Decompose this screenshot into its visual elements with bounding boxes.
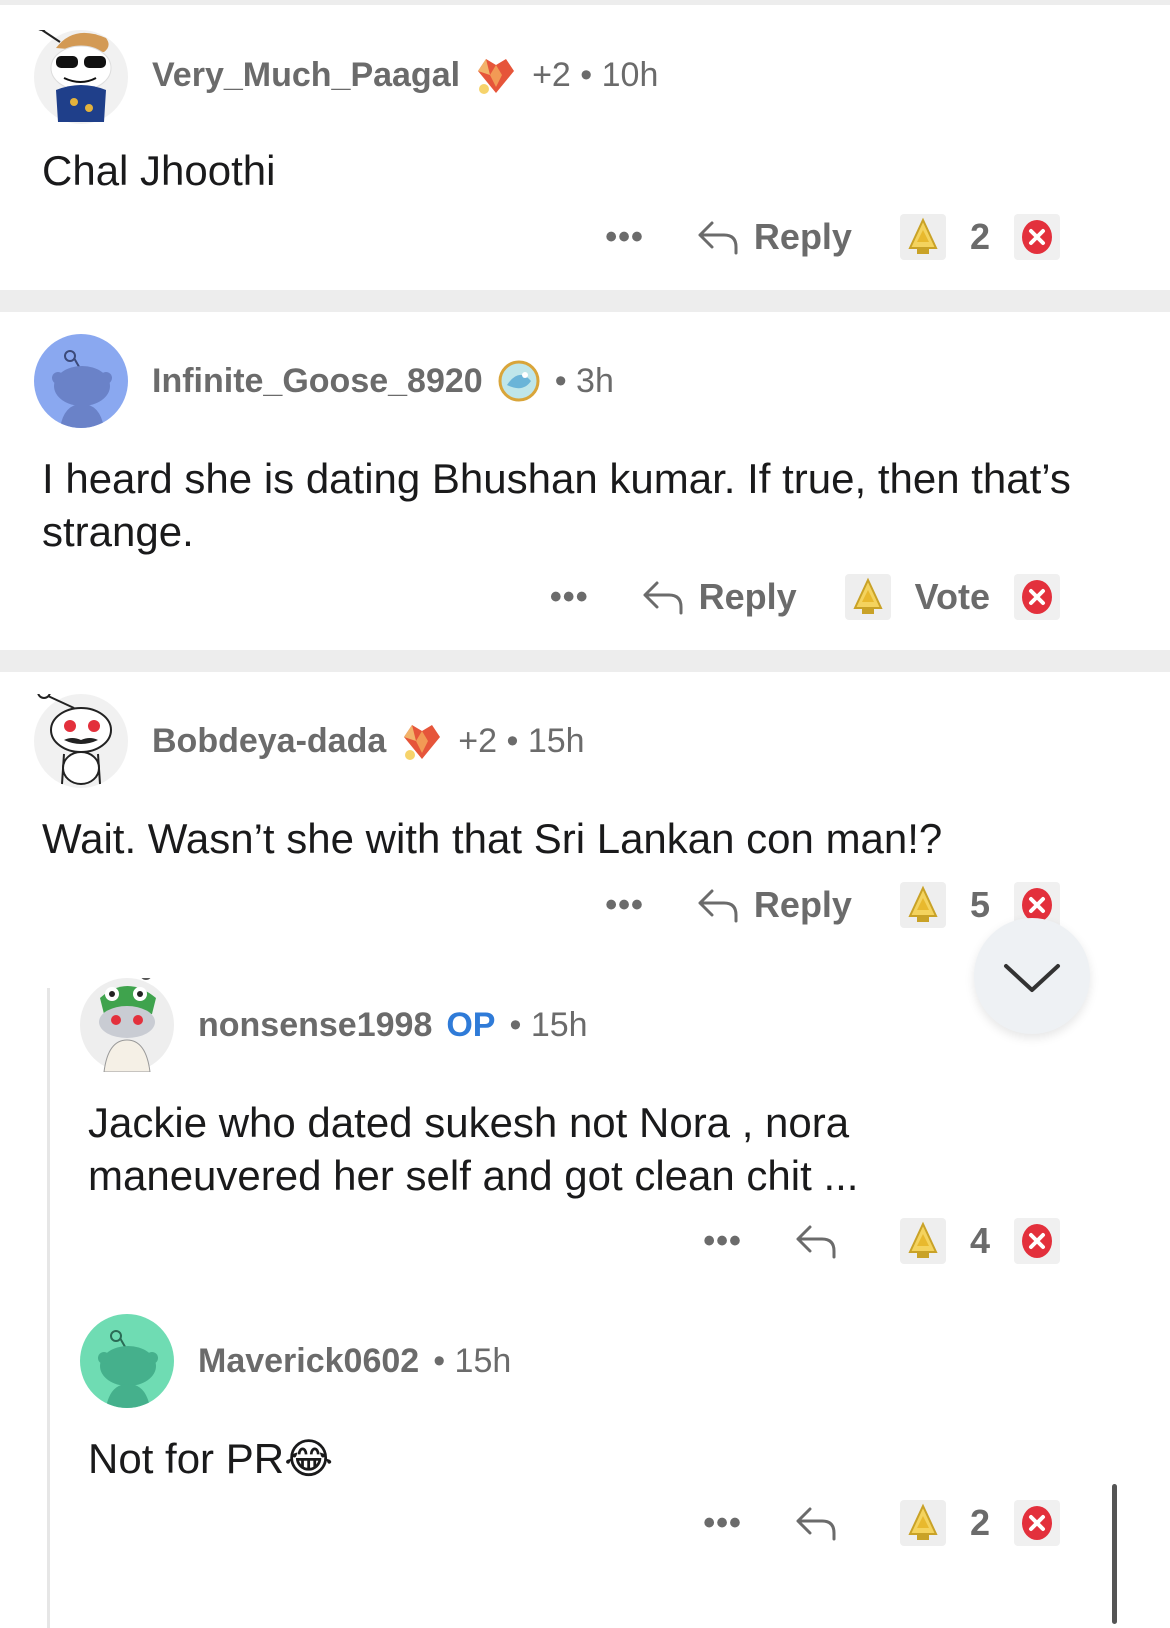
downvote-icon[interactable]: [1014, 1218, 1060, 1264]
avatar[interactable]: [80, 968, 174, 1073]
award-upvote-icon[interactable]: [844, 574, 891, 620]
score-count: 2: [969, 1502, 990, 1543]
reply-arrow-icon: [796, 1225, 836, 1259]
award-upvote-icon[interactable]: [899, 1500, 946, 1546]
top-divider: [0, 0, 1170, 5]
score-count: 2: [969, 216, 990, 257]
reply-button[interactable]: [794, 1503, 852, 1543]
comment-text: Not for PR: [88, 1435, 285, 1482]
op-badge: OP: [446, 1005, 496, 1044]
avatar[interactable]: [34, 334, 128, 428]
more-options-button[interactable]: •••: [703, 1222, 742, 1261]
comment-actions: ••• 4: [703, 1216, 1060, 1266]
comment-meta: • 3h: [554, 361, 614, 400]
avatar[interactable]: [34, 17, 128, 124]
comment-actions: ••• 2: [703, 1498, 1060, 1548]
crystal-heart-icon: [474, 53, 518, 97]
comment-meta: • 15h: [509, 1005, 588, 1044]
reply-label: Reply: [753, 884, 852, 925]
snoo-default-icon: [98, 1330, 158, 1408]
reply-arrow-icon: [698, 221, 738, 255]
more-options-button[interactable]: •••: [550, 578, 589, 617]
comment-separator: [0, 650, 1170, 672]
laughing-emoji: 😂: [284, 1434, 334, 1483]
snoo-frog-hat-icon: [99, 968, 156, 1073]
award-upvote-icon[interactable]: [899, 214, 946, 260]
reply-button[interactable]: [794, 1221, 852, 1261]
username[interactable]: Very_Much_Paagal +2 • 10h: [152, 52, 658, 98]
reply-arrow-icon: [698, 889, 738, 923]
comment-separator: [0, 290, 1170, 312]
username-text[interactable]: nonsense1998: [198, 1006, 432, 1045]
comment-body: Chal Jhoothi: [42, 147, 276, 194]
orb-icon: [497, 359, 541, 403]
more-options-button[interactable]: •••: [605, 886, 644, 925]
vote-label: Vote: [914, 576, 990, 617]
reply-button[interactable]: Reply: [641, 576, 797, 618]
downvote-icon[interactable]: [1014, 214, 1060, 260]
comment-actions: ••• Reply Vote: [550, 572, 1060, 622]
username[interactable]: Infinite_Goose_8920 • 3h: [152, 358, 614, 404]
comment-meta: • 15h: [433, 1341, 512, 1380]
reply-button[interactable]: Reply: [696, 216, 852, 258]
downvote-icon[interactable]: [1014, 574, 1060, 620]
crystal-heart-icon: [400, 719, 444, 763]
award-upvote-icon[interactable]: [899, 882, 946, 928]
snoo-sunglasses-icon: [35, 17, 112, 122]
username[interactable]: nonsense1998 OP • 15h: [198, 1002, 588, 1048]
username-text[interactable]: Very_Much_Paagal: [152, 56, 460, 95]
comment-body: Jackie who dated sukesh not Nora , nora …: [88, 1099, 859, 1199]
more-options-button[interactable]: •••: [605, 218, 644, 257]
comment-body: Not for PR😂: [88, 1432, 988, 1485]
downvote-icon[interactable]: [1014, 1500, 1060, 1546]
reply-label: Reply: [753, 216, 852, 257]
comment-meta: +2 • 10h: [532, 55, 659, 94]
score-count: 4: [969, 1220, 990, 1261]
chevron-down-icon: [1004, 964, 1060, 992]
comment-body: I heard she is dating Bhushan kumar. If …: [42, 455, 1071, 555]
collapse-thread-button[interactable]: [974, 918, 1090, 1034]
thread-line[interactable]: [47, 988, 50, 1628]
reply-arrow-icon: [796, 1507, 836, 1541]
avatar[interactable]: [34, 685, 128, 788]
username[interactable]: Bobdeya-dada +2 • 15h: [152, 718, 585, 764]
comment-meta: +2 • 15h: [458, 721, 585, 760]
reply-button[interactable]: Reply: [696, 884, 852, 926]
username[interactable]: Maverick0602 • 15h: [198, 1338, 511, 1384]
more-options-button[interactable]: •••: [703, 1504, 742, 1543]
avatar[interactable]: [80, 1314, 174, 1408]
award-upvote-icon[interactable]: [899, 1218, 946, 1264]
snoo-default-icon: [52, 350, 112, 428]
scrollbar[interactable]: [1112, 1484, 1117, 1624]
comment-body: Wait. Wasn’t she with that Sri Lankan co…: [42, 815, 943, 862]
username-text[interactable]: Infinite_Goose_8920: [152, 362, 483, 401]
snoo-mustache-icon: [37, 685, 112, 785]
username-text[interactable]: Bobdeya-dada: [152, 722, 386, 761]
reply-arrow-icon: [643, 581, 683, 615]
comment-actions: ••• Reply 2: [605, 212, 1060, 262]
username-text[interactable]: Maverick0602: [198, 1342, 419, 1381]
reply-label: Reply: [698, 576, 797, 617]
